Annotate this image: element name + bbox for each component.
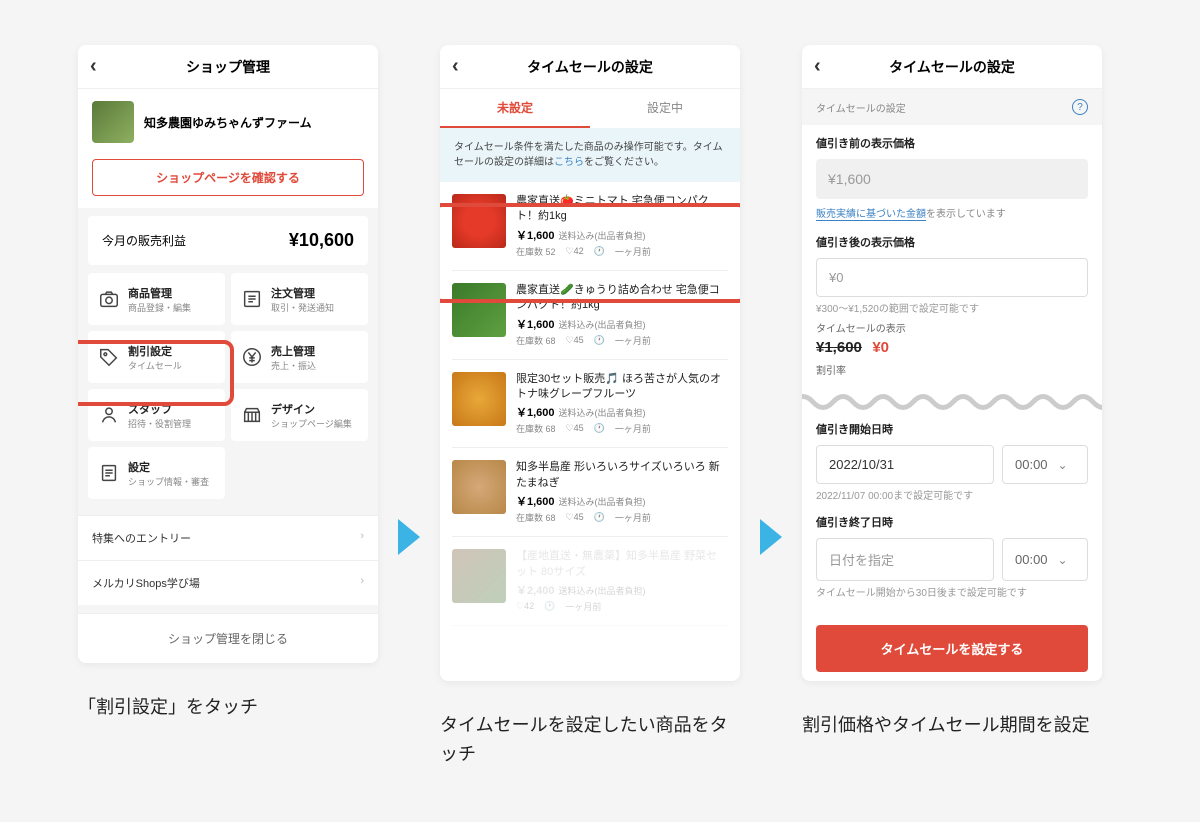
- start-time-select[interactable]: 00:00 ⌄: [1002, 445, 1088, 484]
- back-icon[interactable]: ‹: [90, 55, 97, 78]
- start-date-input[interactable]: 2022/10/31: [816, 445, 994, 484]
- product-image: [452, 194, 506, 248]
- rate-label: 割引率: [816, 365, 1088, 379]
- end-date-input[interactable]: 日付を指定: [816, 538, 994, 581]
- product-row[interactable]: 農家直送🥒きゅうり詰め合わせ 宅急便コンパクト！約1kg ￥1,600送料込み(…: [452, 271, 728, 360]
- header: ‹ ショップ管理: [78, 45, 378, 89]
- product-row[interactable]: 農家直送🍅ミニトマト 宅急便コンパクト！約1kg ￥1,600送料込み(出品者負…: [452, 182, 728, 271]
- strike-price: ¥1,600: [816, 339, 862, 356]
- product-row-disabled: 【産地直送・無農薬】知多半島産 野菜セット 80サイズ ￥2,400送料込み(出…: [452, 537, 728, 626]
- range-hint: ¥300〜¥1,520の範囲で設定可能です: [816, 303, 1088, 317]
- card-staff[interactable]: スタッフ招待・役割管理: [88, 389, 225, 441]
- card-product-management[interactable]: 商品管理商品登録・編集: [88, 273, 225, 325]
- card-settings[interactable]: 設定ショップ情報・審査: [88, 447, 225, 499]
- shop-avatar: [92, 101, 134, 143]
- tear-divider: [802, 391, 1102, 413]
- before-price-label: 値引き前の表示価格: [816, 135, 1088, 151]
- start-label: 値引き開始日時: [816, 421, 1088, 437]
- card-design[interactable]: デザインショップページ編集: [231, 389, 368, 441]
- header-title: ショップ管理: [186, 57, 270, 77]
- after-price-input[interactable]: ¥0: [816, 258, 1088, 297]
- doc-icon: [98, 462, 120, 484]
- end-time-select[interactable]: 00:00 ⌄: [1002, 538, 1088, 581]
- before-price-display: ¥1,600: [816, 159, 1088, 199]
- info-notice: タイムセール条件を満たした商品のみ操作可能です。タイムセールの設定の詳細はこちら…: [440, 128, 740, 182]
- chevron-down-icon: ⌄: [1058, 553, 1068, 567]
- product-image: [452, 283, 506, 337]
- phone-timesale-form: ‹ タイムセールの設定 タイムセールの設定 ? 値引き前の表示価格 ¥1,600…: [802, 45, 1102, 681]
- yen-icon: [241, 346, 263, 368]
- link-featured-entry[interactable]: 特集へのエントリー›: [78, 515, 378, 560]
- tab-setting[interactable]: 設定中: [590, 89, 740, 128]
- header-title: タイムセールの設定: [527, 57, 653, 77]
- phone-timesale-list: ‹ タイムセールの設定 未設定 設定中 タイムセール条件を満たした商品のみ操作可…: [440, 45, 740, 681]
- card-discount-settings[interactable]: 割引設定タイムセール: [88, 331, 225, 383]
- help-icon[interactable]: ?: [1072, 99, 1088, 115]
- arrow-right-icon: [398, 519, 420, 555]
- back-icon[interactable]: ‹: [814, 55, 821, 78]
- profit-card[interactable]: 今月の販売利益 ¥10,600: [88, 216, 368, 265]
- dashboard-area: 今月の販売利益 ¥10,600 商品管理商品登録・編集 注文管理取引・発送通知 …: [78, 208, 378, 507]
- based-on-link[interactable]: 販売実績に基づいた金額: [816, 209, 926, 221]
- chevron-down-icon: ⌄: [1058, 458, 1068, 472]
- end-label: 値引き終了日時: [816, 514, 1088, 530]
- chevron-right-icon: ›: [360, 530, 364, 546]
- start-hint: 2022/11/07 00:00まで設定可能です: [816, 490, 1088, 504]
- header-title: タイムセールの設定: [889, 57, 1015, 77]
- person-icon: [98, 404, 120, 426]
- link-learning[interactable]: メルカリShops学び場›: [78, 560, 378, 605]
- submit-timesale-button[interactable]: タイムセールを設定する: [816, 625, 1088, 672]
- chevron-right-icon: ›: [360, 575, 364, 591]
- arrow-right-icon: [760, 519, 782, 555]
- product-image: [452, 549, 506, 603]
- shop-name: 知多農園ゆみちゃんずファーム: [144, 114, 312, 131]
- tab-unset[interactable]: 未設定: [440, 89, 590, 128]
- display-label: タイムセールの表示: [816, 323, 1088, 337]
- caption-1: 「割引設定」をタッチ: [78, 693, 378, 722]
- tabs: 未設定 設定中: [440, 89, 740, 128]
- sale-price: ¥0: [872, 339, 889, 356]
- caption-2: タイムセールを設定したい商品をタッチ: [440, 711, 740, 769]
- end-hint: タイムセール開始から30日後まで設定可能です: [816, 587, 1088, 601]
- back-icon[interactable]: ‹: [452, 55, 459, 78]
- notice-link[interactable]: こちら: [554, 157, 584, 168]
- confirm-shop-page-button[interactable]: ショップページを確認する: [92, 159, 364, 196]
- list-icon: [241, 288, 263, 310]
- card-order-management[interactable]: 注文管理取引・発送通知: [231, 273, 368, 325]
- phone-shop-management: ‹ ショップ管理 知多農園ゆみちゃんずファーム ショップページを確認する 今月の…: [78, 45, 378, 663]
- after-price-label: 値引き後の表示価格: [816, 234, 1088, 250]
- camera-icon: [98, 288, 120, 310]
- card-sales-management[interactable]: 売上管理売上・振込: [231, 331, 368, 383]
- product-row[interactable]: 限定30セット販売🎵 ほろ苦さが人気のオトナ味グレープフルーツ ￥1,600送料…: [452, 360, 728, 449]
- product-image: [452, 372, 506, 426]
- product-row[interactable]: 知多半島産 形いろいろサイズいろいろ 新たまねぎ ￥1,600送料込み(出品者負…: [452, 448, 728, 537]
- header: ‹ タイムセールの設定: [440, 45, 740, 89]
- profit-label: 今月の販売利益: [102, 232, 186, 249]
- header: ‹ タイムセールの設定: [802, 45, 1102, 89]
- caption-3: 割引価格やタイムセール期間を設定: [802, 711, 1102, 740]
- profit-amount: ¥10,600: [289, 230, 354, 251]
- tag-icon: [98, 346, 120, 368]
- storefront-icon: [241, 404, 263, 426]
- product-image: [452, 460, 506, 514]
- section-header: タイムセールの設定 ?: [802, 89, 1102, 125]
- close-shop-management-button[interactable]: ショップ管理を閉じる: [78, 613, 378, 663]
- shop-info: 知多農園ゆみちゃんずファーム: [78, 89, 378, 155]
